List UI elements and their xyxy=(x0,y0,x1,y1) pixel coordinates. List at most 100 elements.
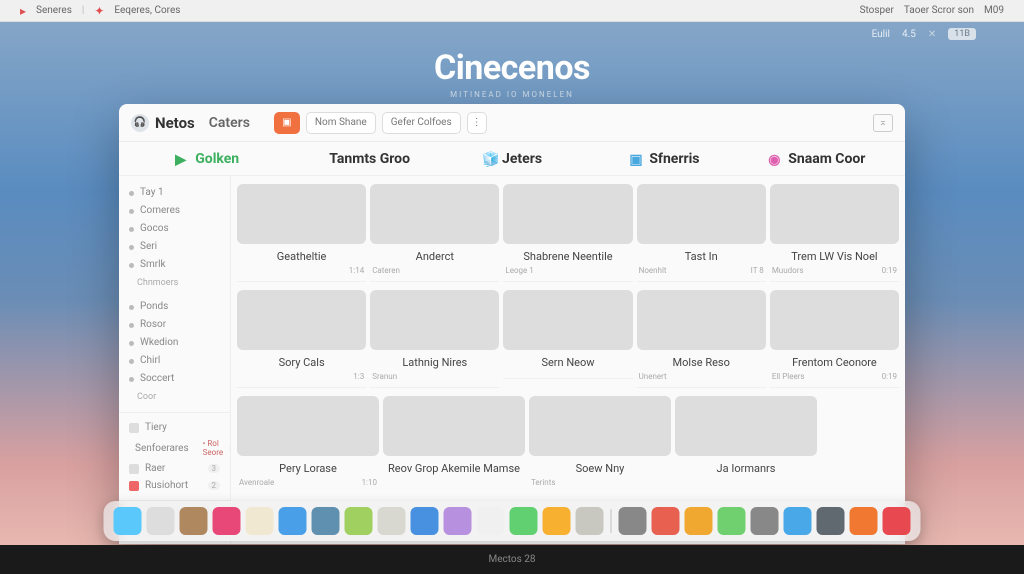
card-title: Anderct xyxy=(370,250,499,263)
bullet-icon xyxy=(129,305,134,310)
dock-divider xyxy=(611,509,612,533)
dock-app[interactable] xyxy=(685,507,713,535)
dock-app[interactable] xyxy=(312,507,340,535)
card-meta-right: 1:3 xyxy=(353,372,364,381)
sidebar-row[interactable]: Senfoerares• Rol Seore2 xyxy=(127,436,222,460)
media-card[interactable]: Shabrene Neentile Leoge 1 xyxy=(503,182,632,282)
category-label: Snaam Coor xyxy=(788,151,865,167)
category-label: Jeters xyxy=(502,151,542,167)
dock-app[interactable] xyxy=(114,507,142,535)
dock-app[interactable] xyxy=(751,507,779,535)
tab-caters[interactable]: Caters xyxy=(209,115,250,131)
sidebar-item[interactable]: Gocos xyxy=(127,220,222,238)
dock-app[interactable] xyxy=(147,507,175,535)
card-title: Pery Lorase xyxy=(237,462,379,475)
media-card[interactable]: Trem LW Vis Noel Muudors0:19 xyxy=(770,182,899,282)
sidebar-row[interactable]: Rusiohort2 xyxy=(127,477,222,494)
dock xyxy=(104,501,921,541)
sidebar-row[interactable]: Raer3 xyxy=(127,460,222,477)
headphones-icon: 🎧 xyxy=(131,114,149,132)
sidebar-item[interactable]: Wkedion xyxy=(127,334,222,352)
thumbnail xyxy=(237,184,366,244)
dock-app[interactable] xyxy=(279,507,307,535)
sidebar-item[interactable]: Ponds xyxy=(127,298,222,316)
widget-badge: 11B xyxy=(948,28,976,40)
close-icon[interactable]: ✕ xyxy=(928,29,936,40)
media-card[interactable]: Sory Cals 1:3 xyxy=(237,288,366,388)
menubar-item[interactable]: Eeqeres, Cores xyxy=(114,5,180,16)
card-meta-left: Sranun xyxy=(372,372,397,381)
menubar-status[interactable]: Stosper xyxy=(860,5,894,16)
sidebar-item[interactable]: Rosor xyxy=(127,316,222,334)
card-meta-left: Avenroale xyxy=(239,478,274,487)
dock-app[interactable] xyxy=(411,507,439,535)
dock-app[interactable] xyxy=(619,507,647,535)
dock-app[interactable] xyxy=(817,507,845,535)
category-jeters[interactable]: 🧊Jeters xyxy=(436,151,588,167)
hero-subtitle: MITINEAD IO MONELEN xyxy=(0,90,1024,99)
sidebar-caption: Coor xyxy=(127,392,222,402)
dock-app[interactable] xyxy=(246,507,274,535)
media-card[interactable]: Molse Reso Unenert xyxy=(637,288,766,388)
dock-app[interactable] xyxy=(652,507,680,535)
row-badge: 3 xyxy=(208,464,221,473)
category-label: Golken xyxy=(195,151,239,167)
dock-app[interactable] xyxy=(543,507,571,535)
category-tanmts-groo[interactable]: Tanmts Groo xyxy=(283,151,435,167)
dock-app[interactable] xyxy=(378,507,406,535)
apple-menu-icon[interactable]: ▸ xyxy=(20,4,26,18)
dock-app[interactable] xyxy=(850,507,878,535)
dock-app[interactable] xyxy=(345,507,373,535)
thumbnail xyxy=(503,290,632,350)
app-brand[interactable]: 🎧 Netos xyxy=(131,114,195,132)
media-card[interactable]: Ja Iormanrs xyxy=(675,394,817,487)
sidebar-item[interactable]: Tay 1 xyxy=(127,184,222,202)
media-card[interactable]: Tast In NoenhltIT 8 xyxy=(637,182,766,282)
widget-text: Eulil xyxy=(872,29,890,40)
media-card[interactable]: Anderct Cateren xyxy=(370,182,499,282)
category-sfnerris[interactable]: ▣Sfnerris xyxy=(588,151,740,167)
sidebar-item[interactable]: Smrlk xyxy=(127,256,222,274)
menubar-app[interactable]: Seneres xyxy=(36,5,72,16)
dock-app[interactable] xyxy=(510,507,538,535)
media-card[interactable]: Pery Lorase Avenroale1:10 xyxy=(237,394,379,487)
sidebar-item-label: Comeres xyxy=(140,204,180,218)
row-extra: • Rol Seore xyxy=(203,439,223,457)
card-meta-right: 1:14 xyxy=(349,266,364,275)
share-button[interactable]: Nom Shane xyxy=(306,112,376,134)
media-card[interactable]: Geatheltie 1:14 xyxy=(237,182,366,282)
category-icon: ▣ xyxy=(629,152,643,166)
card-meta-left: Unenert xyxy=(639,372,667,381)
dock-app[interactable] xyxy=(213,507,241,535)
media-card[interactable]: Frentom Ceonore Ell Pleers0:19 xyxy=(770,288,899,388)
sidebar-row[interactable]: Tiery xyxy=(127,419,222,436)
dock-app[interactable] xyxy=(784,507,812,535)
more-button[interactable]: ⋮ xyxy=(467,112,487,134)
record-button[interactable]: ▣ xyxy=(274,112,300,134)
dock-app[interactable] xyxy=(444,507,472,535)
media-card[interactable]: Lathnig Nires Sranun xyxy=(370,288,499,388)
sidebar-item[interactable]: Chirl xyxy=(127,352,222,370)
media-card[interactable]: Reov Grop Akemile Mamse xyxy=(383,394,525,487)
tray-icon[interactable]: ⌅ xyxy=(873,114,893,132)
dock-app[interactable] xyxy=(477,507,505,535)
category-snaam-coor[interactable]: ◉Snaam Coor xyxy=(741,151,893,167)
hero-title: Cinecenos xyxy=(0,48,1024,88)
dock-app[interactable] xyxy=(718,507,746,535)
category-golken[interactable]: ▶Golken xyxy=(131,151,283,167)
sidebar-item-label: Tay 1 xyxy=(140,186,164,200)
media-card[interactable]: Sern Neow xyxy=(503,288,632,388)
bullet-icon xyxy=(129,377,134,382)
media-card[interactable]: Soew Nny Terints xyxy=(529,394,671,487)
dock-app[interactable] xyxy=(180,507,208,535)
sidebar-item[interactable]: Soccert xyxy=(127,370,222,388)
sidebar-item[interactable]: Comeres xyxy=(127,202,222,220)
thumbnail xyxy=(237,290,366,350)
toolbar: ▣ Nom Shane Gefer Colfoes ⋮ xyxy=(274,112,487,134)
dock-app[interactable] xyxy=(883,507,911,535)
card-meta-left: Cateren xyxy=(372,266,400,275)
colors-button[interactable]: Gefer Colfoes xyxy=(382,112,461,134)
dock-app[interactable] xyxy=(576,507,604,535)
sidebar-item[interactable]: Seri xyxy=(127,238,222,256)
widget-text: 4.5 xyxy=(902,29,916,40)
